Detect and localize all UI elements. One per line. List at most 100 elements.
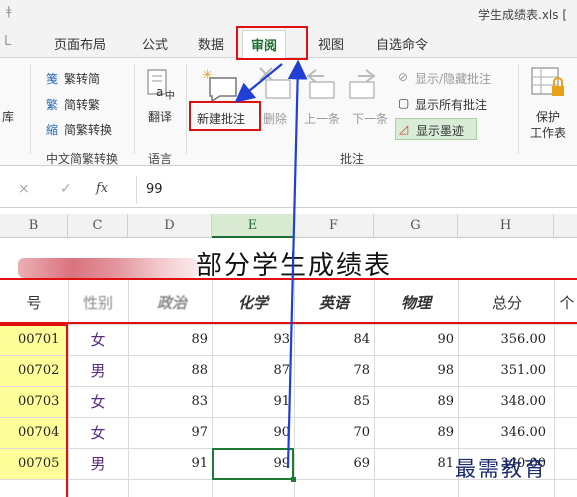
gender-cell[interactable]: 男 — [70, 356, 126, 386]
protect-sheet-icon — [531, 67, 564, 96]
header-id[interactable]: 号 — [14, 286, 54, 320]
physics-cell[interactable]: 98 — [376, 356, 454, 386]
politics-cell[interactable]: 83 — [130, 387, 208, 417]
header-politics[interactable]: 政治 — [136, 286, 208, 320]
column-header-e[interactable]: E — [212, 214, 294, 238]
english-cell[interactable]: 78 — [296, 356, 370, 386]
sheet-title[interactable]: 部分学生成绩表 — [196, 245, 392, 282]
gender-cell[interactable]: 女 — [70, 325, 126, 355]
tab-cut-left[interactable]: L — [4, 34, 11, 49]
physics-cell[interactable]: 90 — [376, 325, 454, 355]
english-cell[interactable]: 85 — [296, 387, 370, 417]
ribbon: 库 䇳 繁转简 繁 简转繁 縮 简繁转换 中文简繁转换 a 中 翻译 语言 ✳ … — [0, 58, 577, 166]
watermark: 最需教育 — [455, 457, 547, 481]
header-next[interactable]: 个 — [558, 286, 576, 320]
show-hide-icon: ⊘ — [398, 70, 409, 84]
english-cell[interactable]: 70 — [296, 418, 370, 448]
header-physics[interactable]: 物理 — [376, 286, 456, 320]
protect-label-1: 保护 — [536, 110, 561, 124]
ribbon-separator — [186, 64, 187, 154]
column-header-g[interactable]: G — [374, 214, 458, 238]
gridline — [374, 278, 375, 497]
tab-page-layout[interactable]: 页面布局 — [54, 34, 106, 53]
ink-icon: ◿ — [399, 122, 409, 136]
previous-comment-label: 上一条 — [304, 112, 341, 126]
ribbon-cut-label: 库 — [2, 110, 15, 124]
title-bar: ǂ 学生成绩表.xls [ — [0, 0, 577, 26]
chinese-convert-group-label: 中文简繁转换 — [46, 152, 119, 166]
student-id-cell[interactable]: 00705 — [0, 449, 66, 479]
politics-cell[interactable]: 88 — [130, 356, 208, 386]
traditional-icon: 䇳 — [46, 72, 59, 86]
physics-cell[interactable]: 81 — [376, 449, 454, 479]
window-title: 学生成绩表.xls [ — [478, 8, 567, 22]
column-header-row: B C D E F G H — [0, 214, 577, 238]
total-cell[interactable]: 351.00 — [460, 356, 547, 386]
header-total[interactable]: 总分 — [462, 286, 552, 320]
show-ink-button[interactable]: ◿ 显示墨迹 — [395, 118, 477, 140]
gridline — [128, 278, 129, 497]
function-icon[interactable]: fx — [96, 181, 108, 196]
header-chemistry[interactable]: 化学 — [214, 286, 292, 320]
english-cell[interactable]: 69 — [296, 449, 370, 479]
svg-text:中: 中 — [165, 89, 175, 102]
student-id-cell[interactable]: 00702 — [0, 356, 66, 386]
svg-text:a: a — [156, 85, 163, 99]
tab-view[interactable]: 视图 — [318, 34, 344, 53]
header-english[interactable]: 英语 — [296, 286, 372, 320]
cancel-icon[interactable]: × — [18, 181, 30, 197]
tab-data[interactable]: 数据 — [198, 34, 224, 53]
chemistry-cell[interactable]: 91 — [214, 387, 290, 417]
physics-cell[interactable]: 89 — [376, 418, 454, 448]
tab-review[interactable]: 审阅 — [242, 30, 287, 58]
delete-comment-label: 删除 — [263, 112, 288, 126]
simplified-icon: 繁 — [46, 98, 59, 112]
gender-cell[interactable]: 男 — [70, 449, 126, 479]
tab-custom-commands[interactable]: 自选命令 — [376, 34, 428, 53]
column-header-h[interactable]: H — [458, 214, 554, 238]
gender-cell[interactable]: 女 — [70, 387, 126, 417]
formula-bar: × ✓ fx 99 — [0, 172, 577, 208]
show-all-label: 显示所有批注 — [415, 98, 488, 112]
total-cell[interactable]: 346.00 — [460, 418, 547, 448]
new-comment-label: 新建批注 — [197, 112, 246, 126]
physics-cell[interactable]: 89 — [376, 387, 454, 417]
gender-cell[interactable]: 女 — [70, 418, 126, 448]
gridline — [68, 278, 69, 497]
column-header-d[interactable]: D — [128, 214, 212, 238]
column-header-f[interactable]: F — [294, 214, 374, 238]
politics-cell[interactable]: 97 — [130, 418, 208, 448]
politics-cell[interactable]: 91 — [130, 449, 208, 479]
ribbon-separator — [134, 64, 135, 154]
chemistry-cell[interactable]: 87 — [214, 356, 290, 386]
column-header-c[interactable]: C — [68, 214, 128, 238]
translate-label: 翻译 — [148, 110, 173, 124]
next-arrow-icon — [349, 69, 376, 99]
confirm-icon[interactable]: ✓ — [60, 181, 72, 197]
show-ink-label: 显示墨迹 — [416, 124, 465, 138]
to-simplified-label: 简转繁 — [64, 98, 101, 112]
ribbon-separator — [518, 64, 519, 154]
ribbon-tab-row: L 页面布局 公式 数据 审阅 视图 自选命令 — [0, 26, 577, 58]
active-cell-outline[interactable] — [212, 448, 296, 482]
chemistry-cell[interactable]: 93 — [214, 325, 290, 355]
tab-formulas[interactable]: 公式 — [142, 34, 168, 53]
formula-input[interactable]: 99 — [146, 182, 163, 197]
student-id-cell[interactable]: 00701 — [0, 325, 66, 355]
english-cell[interactable]: 84 — [296, 325, 370, 355]
next-comment-label: 下一条 — [352, 112, 389, 126]
student-id-cell[interactable]: 00704 — [0, 418, 66, 448]
language-group-label: 语言 — [148, 152, 173, 166]
chemistry-cell[interactable]: 90 — [214, 418, 290, 448]
total-cell[interactable]: 356.00 — [460, 325, 547, 355]
total-cell[interactable]: 348.00 — [460, 387, 547, 417]
show-all-icon: ▢ — [398, 96, 410, 110]
column-header-b[interactable]: B — [0, 214, 68, 238]
delete-comment-icon — [259, 67, 291, 99]
gridline — [294, 278, 295, 497]
politics-cell[interactable]: 89 — [130, 325, 208, 355]
comments-group-label: 批注 — [340, 152, 365, 166]
header-gender[interactable]: 性别 — [70, 286, 126, 320]
show-hide-label: 显示/隐藏批注 — [415, 72, 492, 86]
student-id-cell[interactable]: 00703 — [0, 387, 66, 417]
